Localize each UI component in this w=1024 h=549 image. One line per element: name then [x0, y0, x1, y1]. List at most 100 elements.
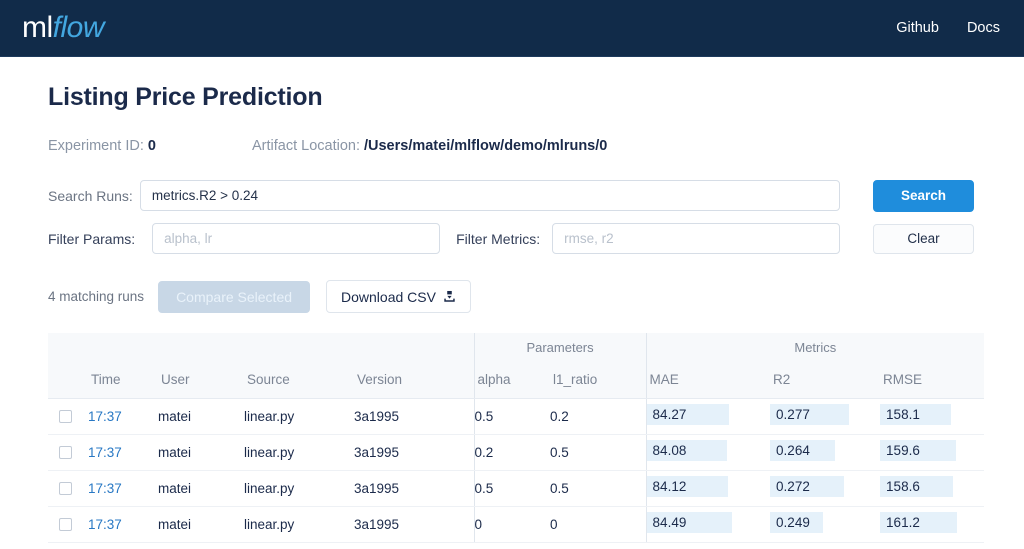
column-header-alpha[interactable]: alpha	[473, 361, 551, 399]
column-header-time[interactable]: Time	[88, 361, 158, 399]
experiment-meta: Experiment ID: 0 Artifact Location: /Use…	[48, 138, 976, 154]
cell-l1-ratio: 0	[550, 506, 647, 543]
experiment-id-label: Experiment ID:	[48, 138, 144, 154]
cell-mae: 84.08	[645, 434, 771, 471]
cell-user: matei	[158, 506, 244, 543]
cell-r2-bar: 0.277	[770, 404, 850, 425]
logo-text-ml: ml	[22, 11, 53, 44]
top-navbar: ml flow Github Docs	[0, 0, 1024, 57]
cell-alpha: 0.2	[473, 434, 551, 471]
artifact-location-value: /Users/matei/mlflow/demo/mlruns/0	[363, 138, 608, 154]
search-runs-input[interactable]	[139, 180, 840, 211]
cell-r2: 0.249	[770, 506, 881, 543]
column-header-source[interactable]: Source	[244, 361, 354, 399]
run-time-link[interactable]: 17:37	[88, 517, 122, 532]
search-button[interactable]: Search	[873, 179, 974, 212]
cell-user: matei	[158, 470, 244, 507]
column-header-mae[interactable]: MAE	[645, 361, 771, 399]
cell-rmse: 159.6	[880, 434, 985, 471]
row-checkbox[interactable]	[59, 446, 72, 460]
cell-rmse: 158.1	[880, 398, 985, 435]
column-header-version[interactable]: Version	[354, 361, 475, 399]
cell-mae-bar: 84.49	[646, 512, 732, 533]
nav-link-github[interactable]: Github	[896, 20, 939, 36]
page-title: Listing Price Prediction	[48, 83, 323, 111]
cell-source: linear.py	[244, 398, 354, 435]
cell-alpha: 0.5	[473, 398, 551, 435]
column-header-checkbox	[48, 361, 88, 399]
cell-time[interactable]: 17:37	[88, 470, 158, 507]
row-select-cell[interactable]	[48, 470, 88, 507]
search-form: Search Runs: Search Filter Params: Filte…	[48, 179, 976, 254]
cell-user: matei	[158, 434, 244, 471]
cell-alpha: 0.5	[473, 470, 551, 507]
navbar-links: Github Docs	[896, 20, 1000, 36]
download-icon	[443, 290, 456, 303]
cell-rmse-bar: 161.2	[880, 512, 958, 533]
table-row[interactable]: 17:37 matei linear.py 3a1995 0.2 0.5 84.08 0.26…	[48, 434, 985, 471]
cell-alpha: 0	[473, 506, 551, 543]
table-column-header-row: Time User Source Version alpha l1_ratio …	[48, 361, 985, 399]
mlflow-logo[interactable]: ml flow	[22, 11, 105, 44]
group-header-blank	[48, 333, 475, 361]
cell-r2-bar: 0.264	[770, 440, 835, 461]
logo-text-flow: flow	[52, 11, 105, 44]
cell-source: linear.py	[244, 506, 354, 543]
cell-rmse: 158.6	[880, 470, 985, 507]
filter-params-label: Filter Params:	[48, 230, 136, 247]
cell-time[interactable]: 17:37	[88, 398, 158, 435]
row-select-cell[interactable]	[48, 398, 88, 435]
cell-r2: 0.277	[770, 398, 881, 435]
row-checkbox[interactable]	[59, 410, 72, 424]
clear-button[interactable]: Clear	[873, 223, 974, 254]
cell-version: 3a1995	[354, 506, 475, 543]
cell-source: linear.py	[244, 434, 354, 471]
runs-table-container: Parameters Metrics Time User Source Vers…	[48, 333, 985, 543]
cell-l1-ratio: 0.2	[550, 398, 647, 435]
column-header-l1-ratio[interactable]: l1_ratio	[550, 361, 647, 399]
filter-params-input[interactable]	[152, 223, 441, 254]
run-time-link[interactable]: 17:37	[88, 409, 122, 424]
column-header-user[interactable]: User	[158, 361, 244, 399]
group-header-metrics: Metrics	[645, 333, 985, 361]
nav-link-docs[interactable]: Docs	[967, 20, 1000, 36]
column-header-r2[interactable]: R2	[770, 361, 881, 399]
cell-rmse-bar: 159.6	[880, 440, 956, 461]
results-toolbar: 4 matching runs Compare Selected Downloa…	[48, 280, 976, 313]
filter-metrics-label: Filter Metrics:	[456, 230, 541, 247]
runs-table: Parameters Metrics Time User Source Vers…	[48, 333, 985, 543]
cell-time[interactable]: 17:37	[88, 506, 158, 543]
cell-user: matei	[158, 398, 244, 435]
group-header-parameters: Parameters	[473, 333, 647, 361]
cell-mae-bar: 84.08	[646, 440, 727, 461]
filters-row: Filter Params: Filter Metrics: Clear	[48, 223, 976, 254]
cell-mae-bar: 84.12	[646, 476, 728, 497]
experiment-id-block: Experiment ID: 0	[48, 138, 156, 154]
run-time-link[interactable]: 17:37	[88, 481, 122, 496]
table-row[interactable]: 17:37 matei linear.py 3a1995 0 0 84.49 0.249 161…	[48, 506, 985, 543]
cell-rmse: 161.2	[880, 506, 985, 543]
cell-l1-ratio: 0.5	[550, 470, 647, 507]
row-checkbox[interactable]	[59, 518, 72, 532]
filter-metrics-input[interactable]	[552, 223, 841, 254]
compare-selected-button[interactable]: Compare Selected	[158, 280, 311, 313]
run-time-link[interactable]: 17:37	[88, 445, 122, 460]
table-row[interactable]: 17:37 matei linear.py 3a1995 0.5 0.2 84.27 0.27…	[48, 398, 985, 435]
table-group-header-row: Parameters Metrics	[48, 333, 985, 361]
column-header-rmse[interactable]: RMSE	[880, 361, 985, 399]
cell-mae: 84.49	[645, 506, 771, 543]
cell-r2: 0.272	[770, 470, 881, 507]
experiment-id-value: 0	[147, 138, 156, 154]
cell-l1-ratio: 0.5	[550, 434, 647, 471]
cell-rmse-bar: 158.1	[880, 404, 952, 425]
table-row[interactable]: 17:37 matei linear.py 3a1995 0.5 0.5 84.12 0.27…	[48, 470, 985, 507]
artifact-location-label: Artifact Location:	[251, 138, 360, 154]
row-select-cell[interactable]	[48, 434, 88, 471]
row-select-cell[interactable]	[48, 506, 88, 543]
cell-mae: 84.27	[645, 398, 771, 435]
runs-table-body: 17:37 matei linear.py 3a1995 0.5 0.2 84.27 0.27…	[48, 398, 985, 543]
cell-r2-bar: 0.249	[770, 512, 824, 533]
cell-time[interactable]: 17:37	[88, 434, 158, 471]
row-checkbox[interactable]	[59, 482, 72, 496]
download-csv-button[interactable]: Download CSV	[326, 280, 471, 313]
